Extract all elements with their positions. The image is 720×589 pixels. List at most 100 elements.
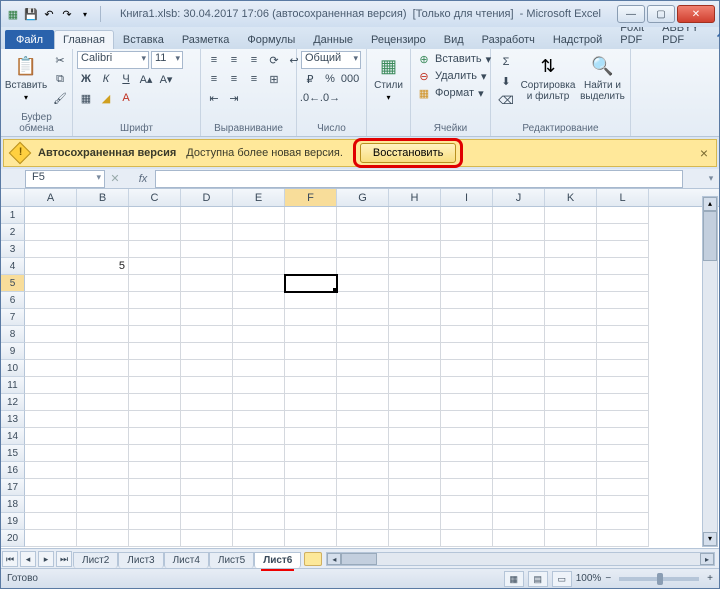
cell[interactable]	[129, 258, 181, 275]
cell[interactable]	[181, 530, 233, 547]
row-header[interactable]: 6	[1, 292, 25, 309]
page-break-view-icon[interactable]: ▭	[552, 571, 572, 587]
cell[interactable]	[337, 207, 389, 224]
cell[interactable]	[181, 360, 233, 377]
cell[interactable]	[181, 292, 233, 309]
paste-button[interactable]: 📋 Вставить ▾	[5, 51, 47, 102]
cell[interactable]	[181, 513, 233, 530]
cell[interactable]	[25, 530, 77, 547]
cell[interactable]	[389, 343, 441, 360]
column-header[interactable]: D	[181, 189, 233, 206]
cell[interactable]	[285, 530, 337, 547]
scroll-down-icon[interactable]: ▾	[703, 532, 717, 546]
cell[interactable]	[285, 343, 337, 360]
cell[interactable]	[25, 496, 77, 513]
sheet-tab[interactable]: Лист3	[118, 552, 163, 568]
cell[interactable]	[493, 377, 545, 394]
cell[interactable]	[77, 428, 129, 445]
cell[interactable]	[597, 513, 649, 530]
cell[interactable]	[389, 207, 441, 224]
cell[interactable]	[285, 326, 337, 343]
row-header[interactable]: 2	[1, 224, 25, 241]
cell[interactable]	[493, 360, 545, 377]
cell[interactable]	[181, 326, 233, 343]
cell[interactable]	[77, 326, 129, 343]
cell[interactable]	[337, 258, 389, 275]
cell[interactable]	[597, 377, 649, 394]
cell[interactable]	[337, 292, 389, 309]
page-layout-view-icon[interactable]: ▤	[528, 571, 548, 587]
cell[interactable]	[597, 292, 649, 309]
column-header[interactable]: I	[441, 189, 493, 206]
cell[interactable]	[389, 224, 441, 241]
redo-icon[interactable]: ↷	[59, 6, 75, 22]
copy-icon[interactable]: ⧉	[51, 70, 69, 88]
cell[interactable]	[77, 394, 129, 411]
cell[interactable]	[545, 445, 597, 462]
cell[interactable]	[77, 343, 129, 360]
cell[interactable]	[545, 309, 597, 326]
cell[interactable]	[337, 241, 389, 258]
cell[interactable]	[389, 309, 441, 326]
cell[interactable]	[233, 258, 285, 275]
cell[interactable]	[545, 496, 597, 513]
cell[interactable]	[597, 445, 649, 462]
cell[interactable]	[545, 377, 597, 394]
zoom-out-icon[interactable]: −	[605, 573, 611, 584]
cell[interactable]	[77, 275, 129, 292]
cell[interactable]	[441, 496, 493, 513]
cell[interactable]	[285, 377, 337, 394]
cell[interactable]	[181, 462, 233, 479]
cell[interactable]	[545, 207, 597, 224]
cell[interactable]	[337, 445, 389, 462]
tab-view[interactable]: Вид	[435, 30, 473, 49]
cell[interactable]	[441, 513, 493, 530]
fx-icon[interactable]: fx	[131, 173, 155, 185]
cell[interactable]	[441, 479, 493, 496]
cancel-fx-icon[interactable]: ✕	[105, 170, 125, 188]
minimize-button[interactable]: —	[617, 5, 645, 23]
cell[interactable]: 5	[77, 258, 129, 275]
cell[interactable]	[285, 479, 337, 496]
cell[interactable]	[493, 411, 545, 428]
cell[interactable]	[441, 411, 493, 428]
cell[interactable]	[597, 360, 649, 377]
cell[interactable]	[129, 445, 181, 462]
cell[interactable]	[389, 241, 441, 258]
cell[interactable]	[545, 360, 597, 377]
row-header[interactable]: 5	[1, 275, 25, 292]
zoom-in-icon[interactable]: +	[707, 573, 713, 584]
tab-review[interactable]: Рецензиро	[362, 30, 435, 49]
cell[interactable]	[441, 258, 493, 275]
cell[interactable]	[25, 275, 77, 292]
cell[interactable]	[181, 207, 233, 224]
cell[interactable]	[389, 479, 441, 496]
align-center-icon[interactable]: ≡	[225, 70, 243, 88]
cell[interactable]	[285, 309, 337, 326]
cell[interactable]	[597, 326, 649, 343]
cell[interactable]	[545, 326, 597, 343]
cell[interactable]	[493, 343, 545, 360]
cell[interactable]	[181, 496, 233, 513]
cell[interactable]	[25, 309, 77, 326]
cell[interactable]	[337, 428, 389, 445]
cell[interactable]	[285, 292, 337, 309]
cell[interactable]	[285, 428, 337, 445]
column-header[interactable]: H	[389, 189, 441, 206]
cell[interactable]	[545, 479, 597, 496]
cell[interactable]	[597, 428, 649, 445]
font-name-combo[interactable]: Calibri	[77, 51, 149, 69]
align-middle-icon[interactable]: ≡	[225, 51, 243, 69]
cell[interactable]	[597, 207, 649, 224]
cell[interactable]	[181, 309, 233, 326]
sheet-nav-prev-icon[interactable]: ◂	[20, 551, 36, 567]
cell[interactable]	[285, 275, 337, 292]
cell[interactable]	[25, 258, 77, 275]
orientation-icon[interactable]: ⟳	[265, 51, 283, 69]
styles-button[interactable]: ▦ Стили ▾	[371, 51, 406, 102]
cell[interactable]	[129, 275, 181, 292]
cell[interactable]	[389, 411, 441, 428]
clear-icon[interactable]: ⌫	[495, 91, 517, 109]
row-header[interactable]: 4	[1, 258, 25, 275]
cell[interactable]	[181, 479, 233, 496]
